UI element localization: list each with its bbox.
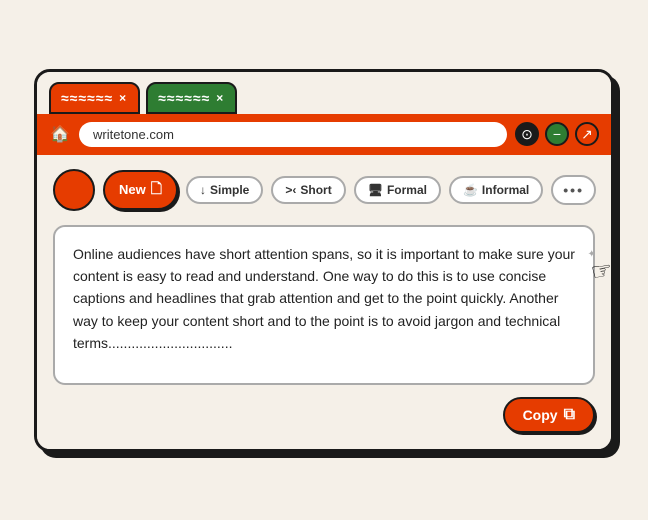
tab-1-close[interactable]: × [119, 91, 126, 105]
simple-label: Simple [210, 183, 249, 197]
copy-button[interactable]: Copy ⧉ [503, 397, 595, 433]
short-prefix: >‹ [285, 183, 296, 197]
browser-window: ≈≈≈≈≈≈ × ≈≈≈≈≈≈ × 🏠 writetone.com ⊙ − ↗ … [34, 69, 614, 452]
new-button[interactable]: New 🗋 [103, 170, 178, 210]
more-button[interactable]: ••• [551, 175, 596, 205]
short-label: Short [300, 183, 331, 197]
expand-btn[interactable]: ↗ [575, 122, 599, 146]
informal-icon: ☕ [463, 183, 478, 197]
history-btn[interactable]: ⊙ [515, 122, 539, 146]
avatar [53, 169, 95, 211]
copy-icon: ⧉ [564, 406, 575, 424]
hand-cursor-icon: ☞ [589, 255, 614, 287]
tab-2-close[interactable]: × [216, 91, 223, 105]
address-bar[interactable]: writetone.com [79, 122, 507, 147]
cursor-indicator: ✦ ☞ [591, 257, 613, 286]
copy-button-row: Copy ⧉ [53, 397, 595, 433]
text-content-box: Online audiences have short attention sp… [53, 225, 595, 385]
formal-label: Formal [387, 183, 427, 197]
simple-prefix: ↓ [200, 183, 206, 197]
short-button[interactable]: >‹ Short [271, 176, 345, 204]
main-text: Online audiences have short attention sp… [73, 243, 575, 355]
browser-controls: ⊙ − ↗ [515, 122, 599, 146]
formal-button[interactable]: 🖥 Formal [354, 176, 441, 204]
tab-1[interactable]: ≈≈≈≈≈≈ × [49, 82, 140, 114]
toolbar-row: New 🗋 ↓ Simple >‹ Short 🖥 Formal ☕ Infor… [53, 169, 595, 211]
minimize-btn[interactable]: − [545, 122, 569, 146]
formal-icon: 🖥 [368, 183, 383, 197]
home-icon[interactable]: 🏠 [49, 123, 71, 145]
tab-2-label: ≈≈≈≈≈≈ [158, 90, 210, 106]
informal-label: Informal [482, 183, 529, 197]
doc-icon: 🗋 [151, 178, 162, 202]
url-text: writetone.com [93, 127, 174, 142]
address-bar-row: 🏠 writetone.com ⊙ − ↗ [37, 114, 611, 155]
main-content: New 🗋 ↓ Simple >‹ Short 🖥 Formal ☕ Infor… [37, 155, 611, 449]
tab-1-label: ≈≈≈≈≈≈ [61, 90, 113, 106]
informal-button[interactable]: ☕ Informal [449, 176, 543, 204]
new-button-label: New [119, 182, 146, 197]
tab-bar: ≈≈≈≈≈≈ × ≈≈≈≈≈≈ × [37, 72, 611, 114]
more-label: ••• [563, 182, 584, 198]
tab-2[interactable]: ≈≈≈≈≈≈ × [146, 82, 237, 114]
copy-label: Copy [523, 407, 558, 423]
simple-button[interactable]: ↓ Simple [186, 176, 263, 204]
